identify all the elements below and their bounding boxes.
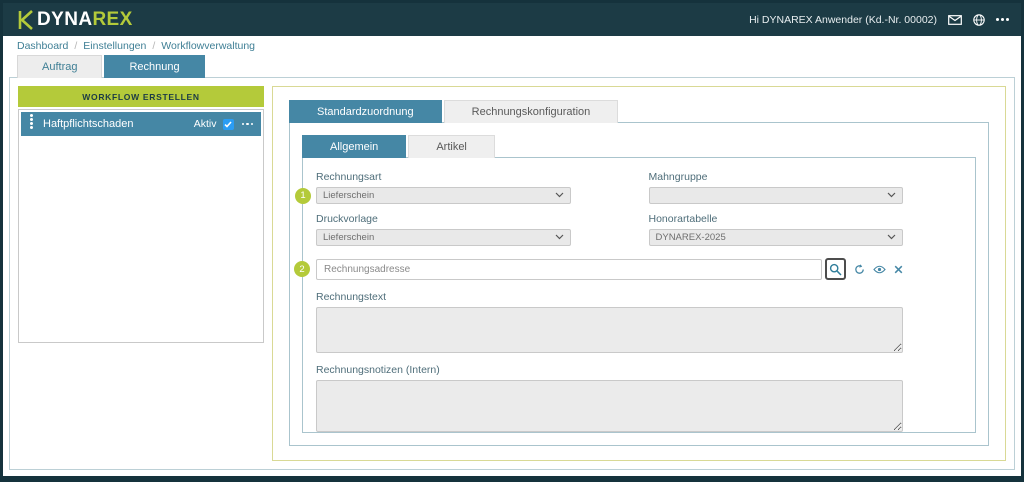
chevron-down-icon (555, 232, 564, 243)
more-menu-icon[interactable] (996, 18, 1009, 21)
rechnungsart-select[interactable]: 1 Lieferschein (316, 187, 571, 204)
drag-handle-icon[interactable] (30, 114, 33, 117)
breadcrumb-separator: / (74, 40, 77, 52)
druckvorlage-select[interactable]: Lieferschein (316, 229, 571, 246)
rechnungstext-textarea[interactable] (316, 307, 903, 353)
clear-icon (894, 265, 903, 274)
app-window: DYNAREX Hi DYNAREX Anwender (Kd.-Nr. 000… (0, 0, 1024, 482)
rechnungsart-label: Rechnungsart (316, 171, 571, 183)
standardzuordnung-panel: Allgemein Artikel Rechnungsart 1 Liefers… (289, 122, 989, 446)
chevron-down-icon (555, 190, 564, 201)
chevron-down-icon (887, 232, 896, 243)
brand-name: DYNAREX (37, 10, 133, 29)
mahngruppe-select[interactable] (649, 187, 904, 204)
workflow-erstellen-button[interactable]: WORKFLOW ERSTELLEN (18, 86, 264, 107)
druckvorlage-value: Lieferschein (323, 232, 374, 243)
field-honorartabelle: Honorartabelle DYNAREX-2025 (649, 213, 904, 246)
tab-artikel[interactable]: Artikel (408, 135, 495, 158)
app-header: DYNAREX Hi DYNAREX Anwender (Kd.-Nr. 000… (3, 3, 1021, 36)
workflow-sidebar: WORKFLOW ERSTELLEN Haftpflichtschaden Ak… (18, 86, 264, 461)
field-druckvorlage: Druckvorlage Lieferschein (316, 213, 571, 246)
tab-allgemein[interactable]: Allgemein (302, 135, 406, 158)
search-button[interactable] (825, 258, 846, 280)
field-mahngruppe: Mahngruppe (649, 171, 904, 204)
search-icon (829, 263, 842, 276)
config-tab-bar: Standardzuordnung Rechnungskonfiguration (289, 100, 989, 123)
user-greeting[interactable]: Hi DYNAREX Anwender (Kd.-Nr. 00002) (749, 14, 937, 26)
honorartabelle-value: DYNAREX-2025 (656, 232, 726, 243)
module-tab-bar: Auftrag Rechnung (3, 55, 1021, 78)
mail-icon[interactable] (948, 15, 962, 25)
breadcrumb-item-dashboard[interactable]: Dashboard (17, 40, 68, 52)
tab-auftrag[interactable]: Auftrag (17, 55, 102, 78)
workflow-list: Haftpflichtschaden Aktiv (18, 109, 264, 343)
globe-icon[interactable] (973, 14, 985, 26)
allgemein-panel: Rechnungsart 1 Lieferschein Mahngruppe (302, 157, 976, 433)
breadcrumb: Dashboard / Einstellungen / Workflowverw… (3, 36, 1021, 55)
rechnungsart-value: Lieferschein (323, 190, 374, 201)
field-rechnungsart: Rechnungsart 1 Lieferschein (316, 171, 571, 204)
content-wrapper: WORKFLOW ERSTELLEN Haftpflichtschaden Ak… (9, 77, 1015, 470)
active-check-icon[interactable] (223, 119, 234, 130)
druckvorlage-label: Druckvorlage (316, 213, 571, 225)
breadcrumb-item-workflowverwaltung[interactable]: Workflowverwaltung (161, 40, 255, 52)
workflow-item-haftpflichtschaden[interactable]: Haftpflichtschaden Aktiv (21, 112, 261, 136)
rechnungsnotizen-label: Rechnungsnotizen (Intern) (316, 364, 903, 376)
workflow-item-more-icon[interactable] (242, 123, 254, 126)
eye-icon (873, 265, 886, 274)
clear-button[interactable] (894, 265, 903, 274)
breadcrumb-separator: / (152, 40, 155, 52)
workflow-status-label: Aktiv (194, 118, 217, 130)
tab-standardzuordnung[interactable]: Standardzuordnung (289, 100, 442, 123)
rechnungsadresse-row: 2 (316, 258, 903, 280)
workflow-item-label: Haftpflichtschaden (43, 118, 194, 130)
chevron-down-icon (887, 190, 896, 201)
section-tab-bar: Allgemein Artikel (302, 135, 976, 158)
preview-button[interactable] (873, 265, 886, 274)
step-badge-2: 2 (294, 261, 310, 277)
refresh-icon (854, 264, 865, 275)
breadcrumb-item-einstellungen[interactable]: Einstellungen (83, 40, 146, 52)
logo-k-icon (17, 10, 34, 30)
honorartabelle-label: Honorartabelle (649, 213, 904, 225)
rechnungsadresse-input[interactable] (316, 259, 822, 280)
tab-rechnungskonfiguration[interactable]: Rechnungskonfiguration (444, 100, 619, 123)
mahngruppe-label: Mahngruppe (649, 171, 904, 183)
step-badge-1: 1 (295, 188, 311, 204)
tab-rechnung[interactable]: Rechnung (104, 55, 204, 78)
refresh-button[interactable] (854, 264, 865, 275)
main-panel: Standardzuordnung Rechnungskonfiguration… (272, 86, 1006, 461)
rechnungstext-label: Rechnungstext (316, 291, 903, 303)
rechnungsnotizen-textarea[interactable] (316, 380, 903, 432)
brand-logo: DYNAREX (17, 10, 133, 30)
honorartabelle-select[interactable]: DYNAREX-2025 (649, 229, 904, 246)
